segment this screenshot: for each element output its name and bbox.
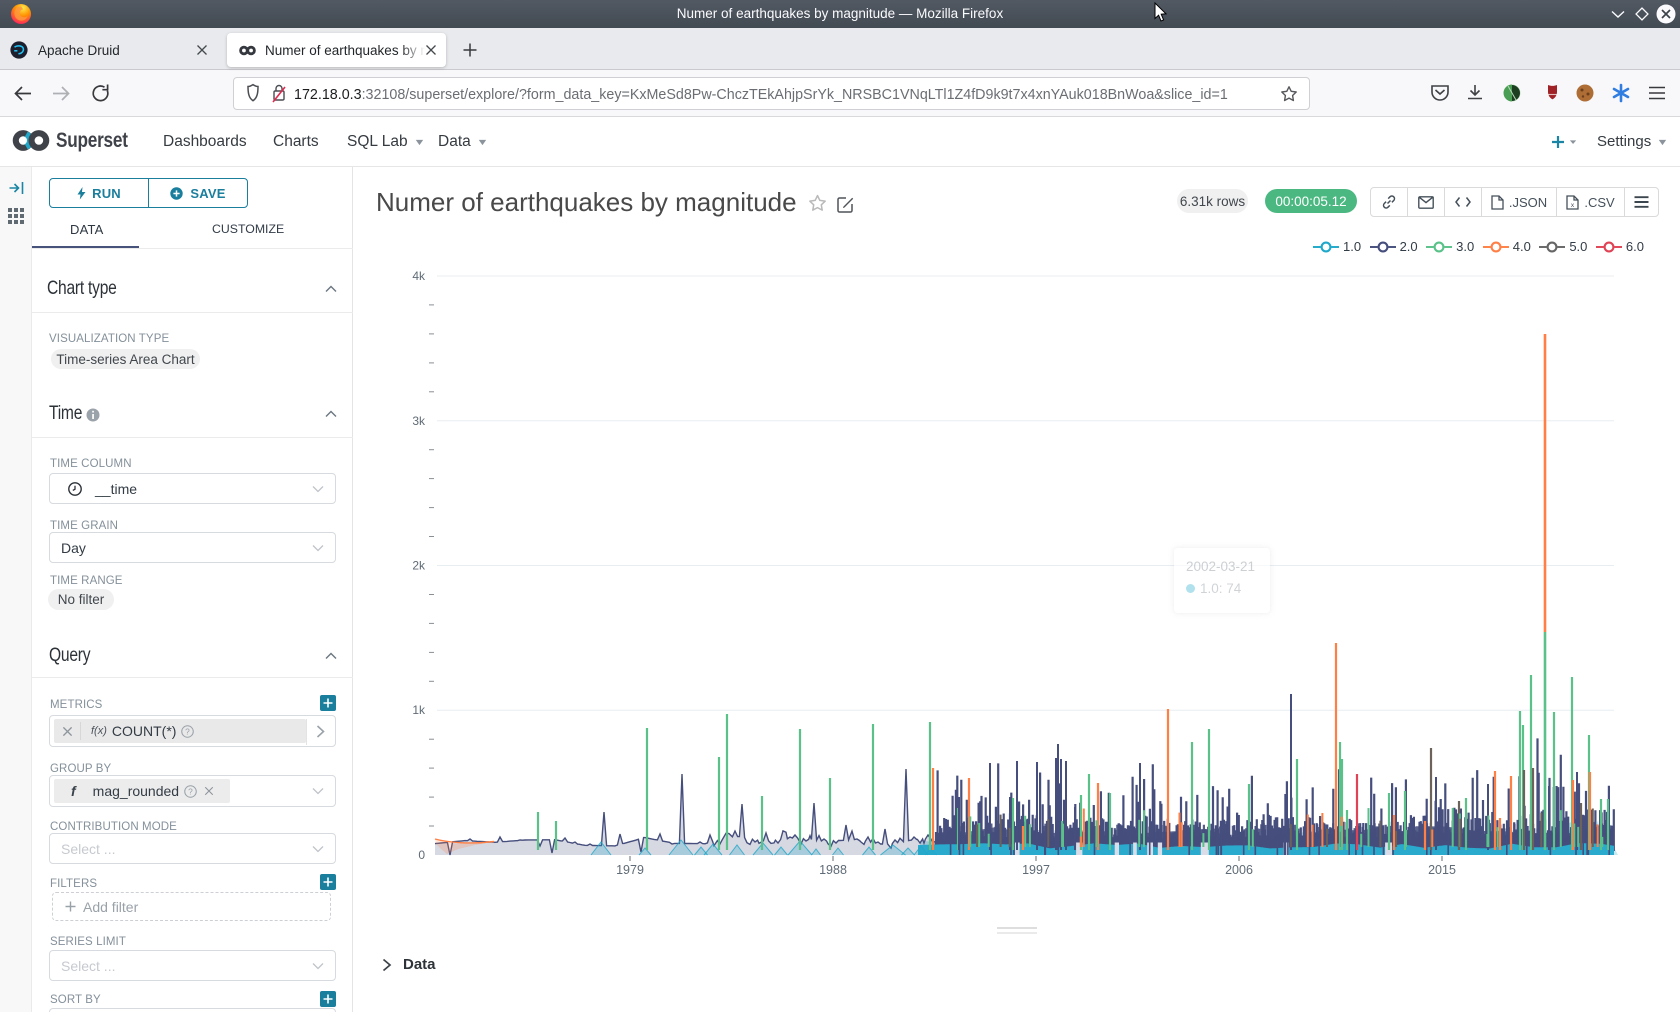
svg-text:1979: 1979 (616, 863, 644, 877)
svg-text:1988: 1988 (819, 863, 847, 877)
svg-text:?: ? (186, 726, 191, 736)
svg-text:?: ? (188, 786, 193, 796)
svg-text:1997: 1997 (1022, 863, 1050, 877)
svg-text:2k: 2k (412, 559, 426, 573)
svg-text:2006: 2006 (1225, 863, 1253, 877)
svg-text:3k: 3k (412, 414, 426, 428)
svg-text:4k: 4k (412, 269, 426, 283)
svg-text:0: 0 (418, 848, 425, 862)
svg-text:1k: 1k (412, 703, 426, 717)
svg-text:2015: 2015 (1428, 863, 1456, 877)
svg-text:x: x (1571, 202, 1575, 209)
